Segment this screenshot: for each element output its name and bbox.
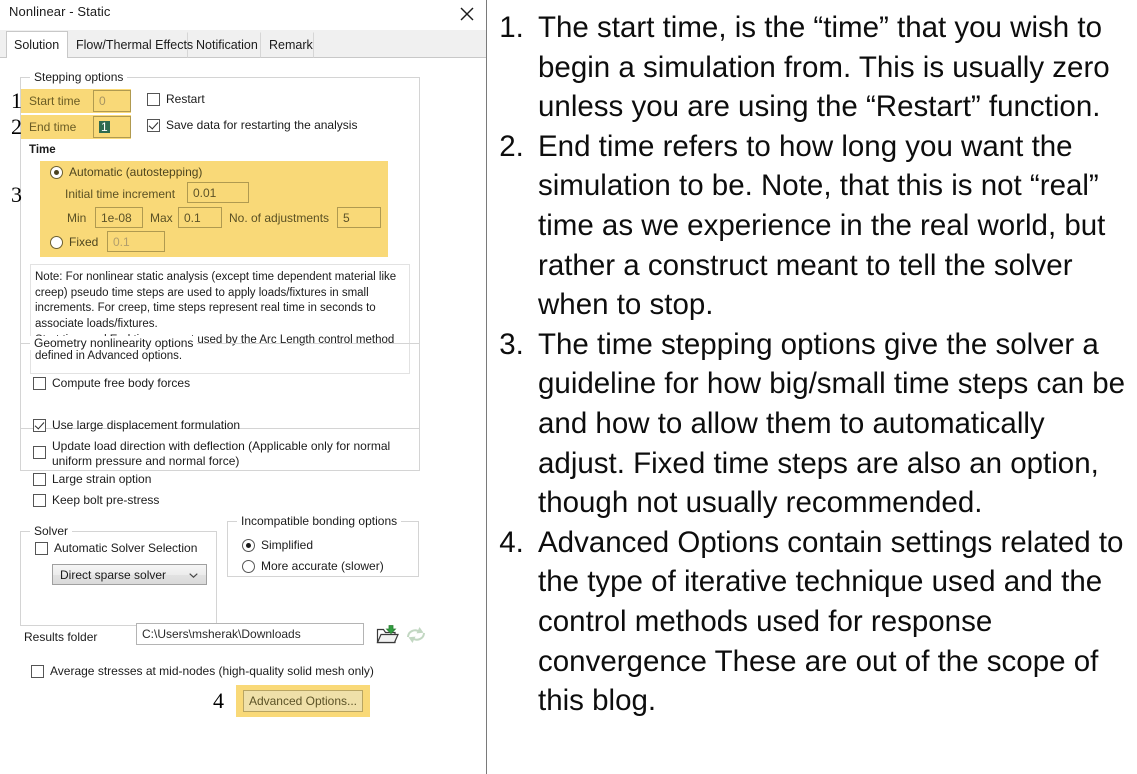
time-section-label: Time — [29, 144, 56, 156]
update-load-direction-row[interactable]: Update load direction with deflection (A… — [33, 439, 411, 469]
restart-checkbox-row[interactable]: Restart — [147, 92, 205, 106]
results-folder-label: Results folder — [24, 630, 98, 644]
automatic-label: Automatic (autostepping) — [69, 165, 203, 179]
annotation-4: 4 — [213, 688, 224, 713]
list-item: The start time, is the “time” that you w… — [532, 8, 1131, 127]
dialog-titlebar: Nonlinear - Static — [0, 0, 486, 30]
average-stresses-row[interactable]: Average stresses at mid-nodes (high-qual… — [31, 664, 374, 678]
list-item: End time refers to how long you want the… — [532, 127, 1131, 325]
folder-open-icon[interactable] — [375, 624, 399, 646]
tab-solution[interactable]: Solution — [6, 31, 68, 59]
simplified-label: Simplified — [261, 538, 314, 552]
keep-bolt-prestress-row[interactable]: Keep bolt pre-stress — [33, 493, 159, 507]
note-paragraph-1: Note: For nonlinear static analysis (exc… — [35, 271, 397, 330]
screenshot-root: Nonlinear - Static Solution Flow/Thermal… — [0, 0, 1137, 774]
keep-bolt-prestress-checkbox[interactable] — [33, 494, 46, 507]
average-stresses-checkbox[interactable] — [31, 665, 44, 678]
start-time-label: Start time — [29, 94, 81, 108]
solver-legend: Solver — [30, 524, 73, 538]
start-time-input[interactable]: 0 — [93, 90, 131, 112]
keep-bolt-prestress-label: Keep bolt pre-stress — [52, 493, 160, 507]
average-stresses-label: Average stresses at mid-nodes (high-qual… — [50, 664, 374, 678]
fixed-value-input[interactable]: 0.1 — [107, 231, 165, 252]
tab-notification[interactable]: Notification — [188, 32, 261, 58]
more-accurate-radio-row[interactable]: More accurate (slower) — [242, 559, 384, 573]
notes-list: The start time, is the “time” that you w… — [488, 0, 1137, 721]
use-large-displacement-checkbox[interactable] — [33, 419, 46, 432]
use-large-displacement-row[interactable]: Use large displacement formulation — [33, 418, 240, 432]
fixed-radio[interactable] — [50, 235, 63, 249]
more-accurate-radio[interactable] — [242, 559, 255, 573]
save-restart-checkbox[interactable] — [147, 119, 160, 132]
auto-solver-selection-checkbox[interactable] — [35, 542, 48, 555]
stepping-options-legend: Stepping options — [30, 70, 128, 84]
end-time-input[interactable]: 1 — [93, 116, 131, 138]
max-label: Max — [150, 211, 173, 225]
max-input[interactable]: 0.1 — [178, 207, 222, 228]
end-time-value: 1 — [99, 120, 110, 134]
auto-solver-selection-label: Automatic Solver Selection — [54, 541, 198, 555]
update-load-direction-checkbox[interactable] — [33, 446, 46, 459]
results-folder-input[interactable]: C:\Users\msherak\Downloads — [136, 623, 364, 645]
initial-time-increment-label: Initial time increment — [65, 187, 176, 201]
list-item: Advanced Options contain settings relate… — [532, 523, 1131, 721]
chevron-down-icon — [189, 572, 198, 578]
annotation-3: 3 — [11, 182, 22, 207]
nonlinear-static-dialog: Nonlinear - Static Solution Flow/Thermal… — [0, 0, 487, 774]
save-restart-label: Save data for restarting the analysis — [166, 118, 358, 132]
large-strain-label: Large strain option — [52, 472, 152, 486]
initial-time-increment-input[interactable]: 0.01 — [187, 182, 249, 203]
tab-remark[interactable]: Remark — [261, 32, 314, 58]
simplified-radio-row[interactable]: Simplified — [242, 538, 313, 552]
use-large-displacement-label: Use large displacement formulation — [52, 418, 241, 432]
restart-checkbox[interactable] — [147, 93, 160, 106]
restart-label: Restart — [166, 92, 205, 106]
incompatible-bonding-legend: Incompatible bonding options — [237, 514, 402, 528]
close-icon[interactable] — [456, 3, 478, 25]
min-label: Min — [67, 211, 87, 225]
simplified-radio[interactable] — [242, 538, 255, 552]
explanatory-notes-panel: The start time, is the “time” that you w… — [488, 0, 1137, 774]
min-input[interactable]: 1e-08 — [95, 207, 143, 228]
end-time-label: End time — [29, 120, 77, 134]
fixed-label: Fixed — [69, 235, 99, 249]
more-accurate-label: More accurate (slower) — [261, 559, 384, 573]
adjustments-label: No. of adjustments — [229, 211, 330, 225]
dialog-tabs: Solution Flow/Thermal Effects Notificati… — [0, 30, 486, 59]
tab-flow-thermal-effects[interactable]: Flow/Thermal Effects — [68, 32, 193, 58]
large-strain-row[interactable]: Large strain option — [33, 472, 151, 486]
automatic-radio-row[interactable]: Automatic (autostepping) — [50, 165, 202, 179]
advanced-options-button[interactable]: Advanced Options... — [243, 690, 363, 712]
auto-solver-selection-row[interactable]: Automatic Solver Selection — [35, 541, 197, 555]
solver-select[interactable]: Direct sparse solver — [52, 564, 207, 585]
refresh-icon — [404, 624, 428, 646]
solution-tab-pane: Stepping options Start time 0 End time 1… — [0, 58, 486, 774]
annotation-2: 2 — [11, 114, 22, 139]
geometry-nonlinearity-legend: Geometry nonlinearity options — [30, 336, 198, 350]
adjustments-input[interactable]: 5 — [337, 207, 381, 228]
large-strain-checkbox[interactable] — [33, 473, 46, 486]
automatic-radio[interactable] — [50, 165, 63, 179]
update-load-direction-label: Update load direction with deflection (A… — [52, 439, 391, 468]
save-restart-checkbox-row[interactable]: Save data for restarting the analysis — [147, 118, 357, 132]
dialog-title: Nonlinear - Static — [9, 4, 111, 19]
list-item: The time stepping options give the solve… — [532, 325, 1131, 523]
annotation-1: 1 — [11, 88, 22, 113]
fixed-radio-row[interactable]: Fixed — [50, 235, 98, 249]
solver-select-value: Direct sparse solver — [60, 567, 167, 582]
